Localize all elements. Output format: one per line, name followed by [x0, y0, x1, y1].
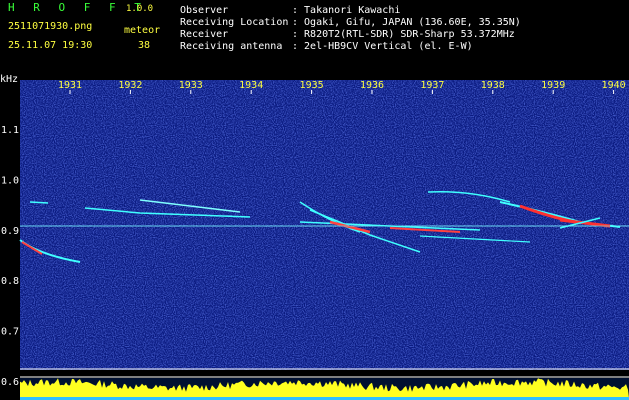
spectrogram: kHz 1931 1932 1933 1934 1935 1936 1937 1938 1939…: [0, 72, 629, 400]
count-label: meteor: [124, 25, 161, 36]
noise-texture: [20, 80, 629, 370]
location-value: : Ogaki, Gifu, JAPAN (136.60E, 35.35N): [292, 17, 521, 28]
time-tick-label: 1937: [420, 80, 444, 91]
freq-tick-label: 0.8: [1, 276, 19, 287]
axis-unit: kHz: [0, 74, 18, 85]
observer-label: Observer: [180, 5, 229, 16]
location-label: Receiving Location: [180, 17, 289, 28]
time-tick-label: 1931: [58, 80, 82, 91]
date-time: 25.11.07 19:30: [8, 40, 93, 51]
header-panel: H R O F F T 1.0.0 2511071930.png meteor …: [0, 0, 629, 72]
freq-tick-label: 0.9: [1, 226, 19, 237]
freq-tick-label: 1.1: [1, 125, 19, 136]
time-tick-label: 1934: [239, 80, 263, 91]
file-name: 2511071930.png: [8, 21, 93, 32]
receiver-label: Receiver: [180, 29, 229, 40]
freq-tick-label: 0.6: [1, 377, 19, 388]
time-tick-label: 1933: [179, 80, 203, 91]
time-tick-label: 1935: [300, 80, 324, 91]
observer-value: : Takanori Kawachi: [292, 5, 401, 16]
time-tick-label: 1932: [118, 80, 142, 91]
top-axis-bg: [20, 72, 629, 80]
antenna-value: : 2el-HB9CV Vertical (el. E-W): [292, 41, 473, 52]
antenna-label: Receiving antenna: [180, 41, 283, 52]
meteor-trace: [29, 201, 49, 204]
time-tick-label: 1940: [602, 80, 626, 91]
app-version: 1.0.0: [126, 4, 154, 14]
time-tick-label: 1939: [541, 80, 565, 91]
freq-tick-label: 0.7: [1, 327, 19, 338]
freq-tick-label: 1.0: [1, 175, 19, 186]
meteor-count: 38: [138, 40, 151, 51]
receiver-value: : R820T2(RTL-SDR) SDR-Sharp 53.372MHz: [292, 29, 515, 40]
time-tick-label: 1936: [360, 80, 384, 91]
time-tick-label: 1938: [481, 80, 505, 91]
